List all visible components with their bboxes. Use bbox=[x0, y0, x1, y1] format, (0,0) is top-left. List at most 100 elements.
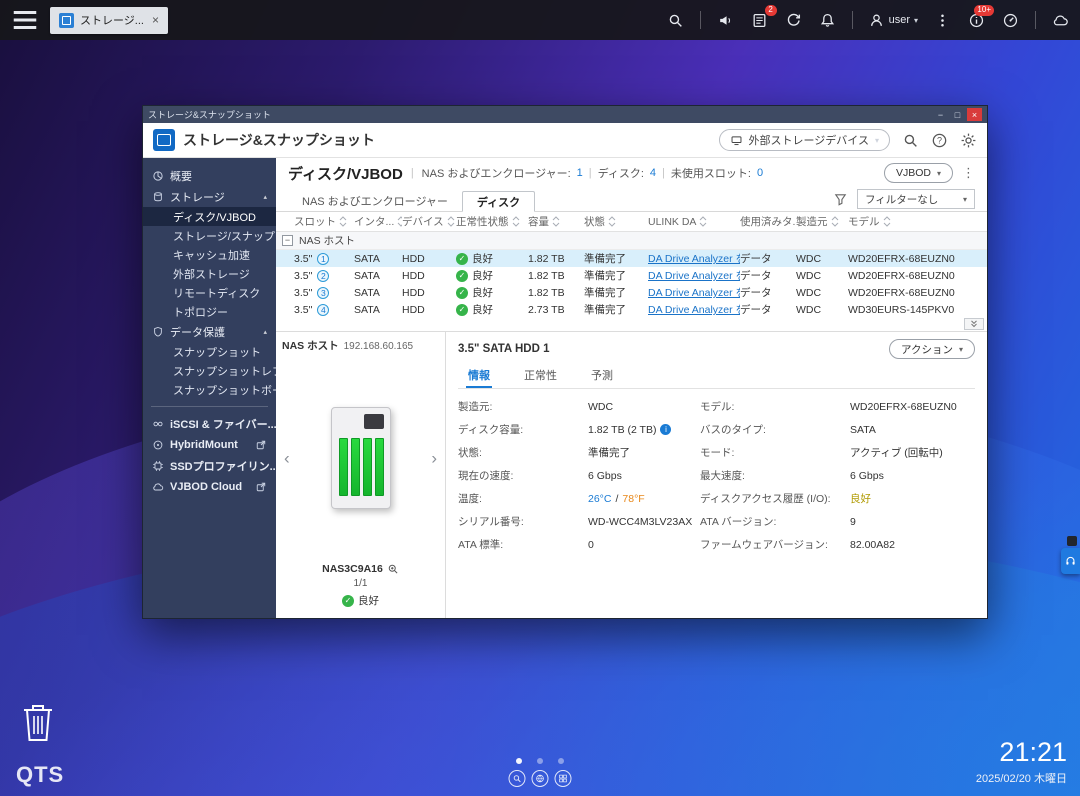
column-header-slot[interactable]: スロット bbox=[294, 214, 354, 229]
sort-icon[interactable] bbox=[699, 216, 707, 227]
desktop-search-button[interactable] bbox=[509, 770, 526, 787]
desktop-globe-button[interactable] bbox=[532, 770, 549, 787]
alerts-button[interactable] bbox=[818, 11, 837, 30]
table-row[interactable]: 3.5"1 SATA HDD ✓良好 1.82 TB 準備完了 DA Drive… bbox=[276, 250, 987, 267]
sort-icon[interactable] bbox=[883, 216, 891, 227]
background-tasks-button[interactable] bbox=[784, 11, 803, 30]
sidebar-section-storage[interactable]: ストレージ ▴ bbox=[143, 186, 276, 207]
interface-cell: SATA bbox=[354, 253, 402, 265]
speaker-button[interactable] bbox=[716, 11, 735, 30]
ulink-da-link[interactable]: DA Drive Analyzer を... bbox=[648, 268, 740, 283]
page-title: ディスク/VJBOD bbox=[288, 163, 403, 184]
collapse-icon[interactable]: ▴ bbox=[263, 193, 267, 201]
info-icon[interactable]: i bbox=[660, 424, 671, 435]
table-row[interactable]: 3.5"3 SATA HDD ✓良好 1.82 TB 準備完了 DA Drive… bbox=[276, 284, 987, 301]
ulink-da-link[interactable]: DA Drive Analyzer を... bbox=[648, 251, 740, 266]
tab-prediction[interactable]: 予測 bbox=[589, 363, 615, 388]
table-scroll-down-button[interactable] bbox=[964, 318, 984, 330]
status-cell: 準備完了 bbox=[584, 268, 648, 283]
sort-icon[interactable] bbox=[339, 216, 347, 227]
more-options-icon[interactable]: ⋮ bbox=[962, 165, 975, 181]
resource-monitor-button[interactable] bbox=[1001, 11, 1020, 30]
help-button[interactable]: ? bbox=[931, 132, 948, 149]
floating-support-button[interactable] bbox=[1061, 548, 1080, 574]
tab-health[interactable]: 正常性 bbox=[522, 363, 559, 388]
filter-icon[interactable] bbox=[833, 192, 848, 207]
settings-button[interactable] bbox=[960, 132, 977, 149]
column-header-model[interactable]: モデル bbox=[848, 214, 987, 229]
sidebar-item-remote-disk[interactable]: リモートディスク bbox=[143, 283, 276, 302]
table-row[interactable]: 3.5"2 SATA HDD ✓良好 1.82 TB 準備完了 DA Drive… bbox=[276, 267, 987, 284]
tab-close-icon[interactable]: × bbox=[152, 13, 159, 27]
sidebar-item-hybridmount[interactable]: HybridMount bbox=[143, 434, 276, 455]
sidebar-item-cache-acceleration[interactable]: キャッシュ加速 bbox=[143, 245, 276, 264]
desktop-page-dot[interactable] bbox=[516, 758, 522, 764]
more-options-button[interactable] bbox=[933, 11, 952, 30]
field-label: ATA バージョン: bbox=[700, 514, 850, 529]
carousel-next-button[interactable]: › bbox=[431, 450, 437, 467]
desktop-grid-button[interactable] bbox=[555, 770, 572, 787]
sort-icon[interactable] bbox=[552, 216, 560, 227]
vendor-cell: WDC bbox=[796, 287, 848, 299]
column-header-status[interactable]: 状態 bbox=[584, 214, 648, 229]
column-header-health[interactable]: 正常性状態 bbox=[456, 214, 528, 229]
sidebar-item-ssd-profiling[interactable]: SSDプロファイリン... bbox=[143, 455, 276, 476]
maximize-button[interactable]: □ bbox=[950, 108, 965, 121]
sidebar-item-overview[interactable]: 概要 bbox=[143, 165, 276, 186]
field-label: 状態: bbox=[458, 445, 588, 460]
sort-icon[interactable] bbox=[608, 216, 616, 227]
filter-select[interactable]: フィルターなし ▾ bbox=[857, 189, 975, 209]
tab-information[interactable]: 情報 bbox=[466, 363, 492, 388]
device-cell: HDD bbox=[402, 270, 456, 282]
field-value: WDC bbox=[588, 401, 700, 413]
column-header-ulink-da[interactable]: ULINK DA bbox=[648, 216, 740, 228]
nas-device-image[interactable] bbox=[331, 407, 391, 509]
sidebar-item-vjbod-cloud[interactable]: VJBOD Cloud bbox=[143, 476, 276, 497]
user-menu[interactable]: user ▾ bbox=[868, 12, 918, 29]
sidebar-item-disks-vjbod[interactable]: ディスク/VJBOD bbox=[143, 207, 276, 226]
sort-icon[interactable] bbox=[512, 216, 520, 227]
sort-icon[interactable] bbox=[447, 216, 455, 227]
recycle-bin-icon[interactable] bbox=[20, 700, 56, 744]
desktop-page-dot[interactable] bbox=[558, 758, 564, 764]
global-search-button[interactable] bbox=[902, 132, 919, 149]
zoom-in-icon[interactable] bbox=[387, 563, 399, 575]
tab-nas-enclosure[interactable]: NAS およびエンクロージャー bbox=[288, 190, 462, 211]
sidebar-section-data-protection[interactable]: データ保護 ▴ bbox=[143, 321, 276, 342]
sidebar-item-external-storage[interactable]: 外部ストレージ bbox=[143, 264, 276, 283]
sidebar-item-storage-snapshots[interactable]: ストレージ/スナップショ... bbox=[143, 226, 276, 245]
external-storage-device-button[interactable]: 外部ストレージデバイス ▾ bbox=[719, 129, 890, 151]
sidebar-item-topology[interactable]: トポロジー bbox=[143, 302, 276, 321]
desktop-page-dot[interactable] bbox=[537, 758, 543, 764]
column-header-vendor[interactable]: 製造元 bbox=[796, 214, 848, 229]
sort-icon[interactable] bbox=[831, 216, 839, 227]
main-menu-button[interactable] bbox=[10, 6, 40, 34]
column-header-usage[interactable]: 使用済みタ... bbox=[740, 214, 796, 229]
window-titlebar[interactable]: ストレージ&スナップショット − □ × bbox=[143, 106, 987, 123]
collapse-icon[interactable]: ▴ bbox=[263, 328, 267, 336]
tab-disks[interactable]: ディスク bbox=[462, 191, 535, 212]
minimize-button[interactable]: − bbox=[933, 108, 948, 121]
taskbar-tab-storage[interactable]: ストレージ... × bbox=[50, 7, 168, 34]
column-header-interface[interactable]: インタ... bbox=[354, 214, 402, 229]
collapse-group-icon[interactable]: − bbox=[282, 235, 293, 246]
myqnapcloud-button[interactable] bbox=[1051, 11, 1070, 30]
health-ok-icon: ✓ bbox=[456, 304, 468, 316]
action-button[interactable]: アクション ▾ bbox=[889, 339, 975, 359]
sidebar-item-snapshot[interactable]: スナップショット bbox=[143, 342, 276, 361]
close-button[interactable]: × bbox=[967, 108, 982, 121]
column-header-device[interactable]: デバイス bbox=[402, 214, 456, 229]
table-group-nas-host[interactable]: − NAS ホスト bbox=[276, 232, 987, 250]
ulink-da-link[interactable]: DA Drive Analyzer を... bbox=[648, 285, 740, 300]
ulink-da-link[interactable]: DA Drive Analyzer を... bbox=[648, 302, 740, 317]
notifications-news-button[interactable]: 2 bbox=[750, 11, 769, 30]
system-info-button[interactable]: 10+ bbox=[967, 11, 986, 30]
sidebar-item-snapshot-vault[interactable]: スナップショットボールト bbox=[143, 380, 276, 399]
sidebar-item-snapshot-replica[interactable]: スナップショットレプリカ bbox=[143, 361, 276, 380]
carousel-prev-button[interactable]: ‹ bbox=[284, 450, 290, 467]
sidebar-item-iscsi-fibre[interactable]: iSCSI & ファイバー... bbox=[143, 413, 276, 434]
column-header-capacity[interactable]: 容量 bbox=[528, 214, 584, 229]
search-button[interactable] bbox=[666, 11, 685, 30]
table-row[interactable]: 3.5"4 SATA HDD ✓良好 2.73 TB 準備完了 DA Drive… bbox=[276, 301, 987, 318]
vjbod-button[interactable]: VJBOD ▾ bbox=[884, 163, 953, 183]
